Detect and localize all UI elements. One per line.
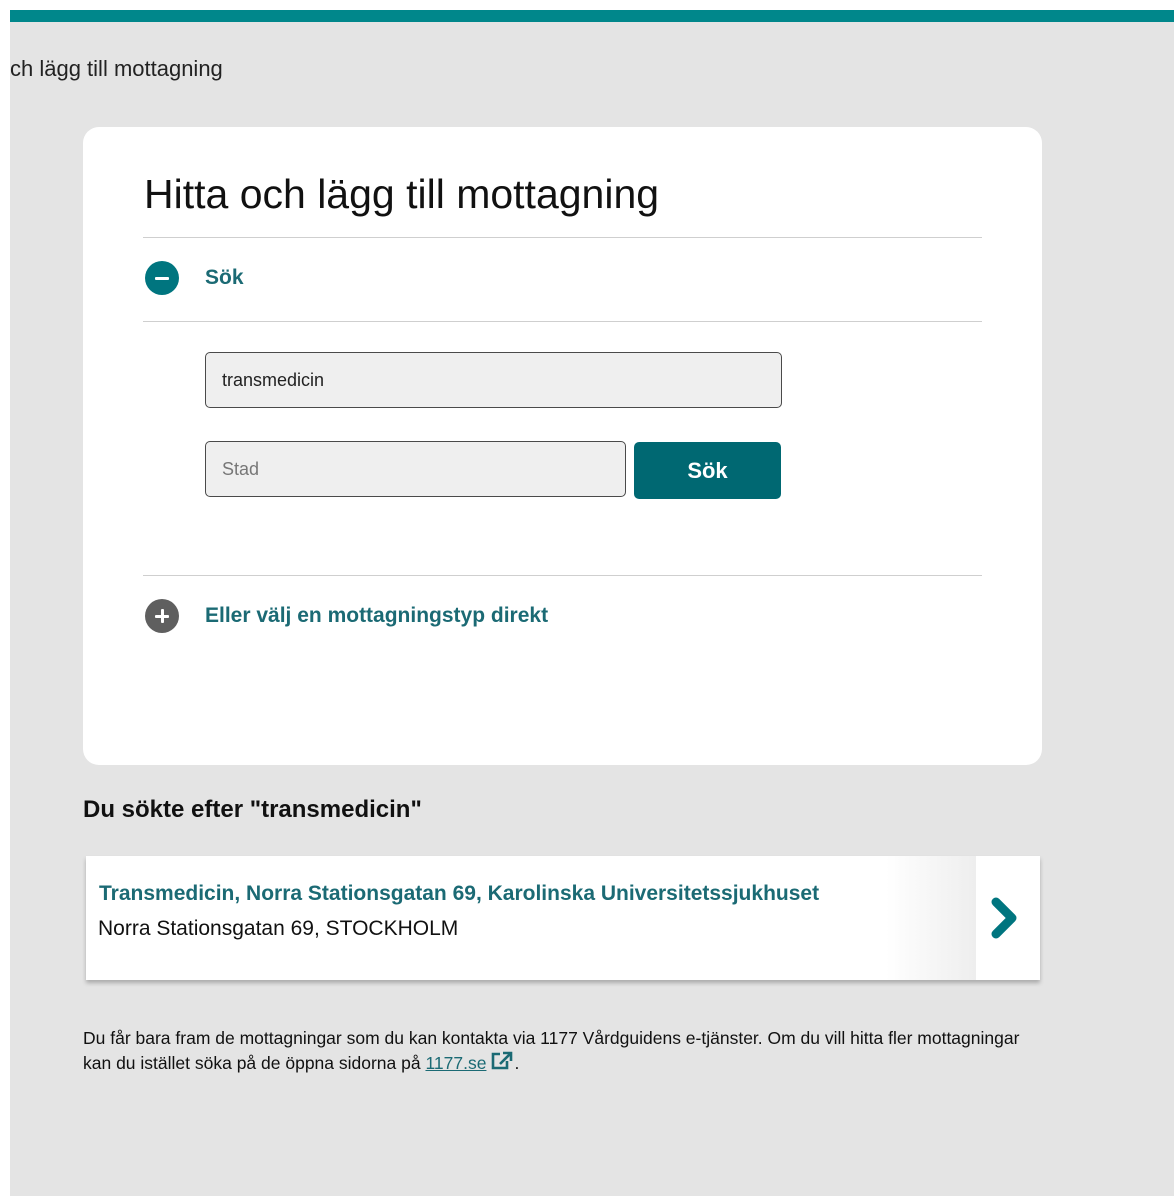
external-link-icon[interactable] — [490, 1051, 514, 1071]
result-fade — [886, 856, 976, 980]
page: ch lägg till mottagning Hitta och lägg t… — [10, 10, 1174, 1196]
accordion-type-toggle[interactable]: Eller välj en mottagningstyp direkt — [145, 599, 548, 633]
minus-circle-icon — [145, 261, 179, 295]
footnote-end: . — [514, 1053, 520, 1073]
page-header-title: ch lägg till mottagning — [10, 56, 223, 81]
accordion-search-toggle[interactable]: Sök — [145, 261, 244, 295]
external-link-1177[interactable]: 1177.se — [425, 1053, 486, 1073]
divider — [143, 575, 982, 576]
card-title: Hitta och lägg till mottagning — [144, 171, 660, 217]
chevron-right-icon — [991, 897, 1017, 939]
search-query-input[interactable] — [205, 352, 782, 408]
divider — [143, 237, 982, 238]
divider — [143, 321, 982, 322]
accordion-type-label: Eller välj en mottagningstyp direkt — [205, 604, 549, 627]
search-card: Hitta och lägg till mottagning Sök Sök E… — [83, 127, 1042, 765]
plus-circle-icon — [145, 599, 179, 633]
result-name: Transmedicin, Norra Stationsgatan 69, Ka… — [99, 882, 820, 905]
accordion-search-label: Sök — [205, 266, 244, 289]
top-brand-bar — [10, 10, 1174, 22]
results-heading: Du sökte efter "transmedicin" — [83, 796, 422, 823]
search-button[interactable]: Sök — [634, 442, 781, 499]
footnote: Du får bara fram de mottagningar som du … — [83, 1026, 1043, 1076]
footnote-text: Du får bara fram de mottagningar som du … — [83, 1028, 1020, 1073]
result-item[interactable]: Transmedicin, Norra Stationsgatan 69, Ka… — [86, 856, 1040, 980]
city-input[interactable] — [205, 441, 626, 497]
result-address: Norra Stationsgatan 69, STOCKHOLM — [98, 917, 459, 940]
